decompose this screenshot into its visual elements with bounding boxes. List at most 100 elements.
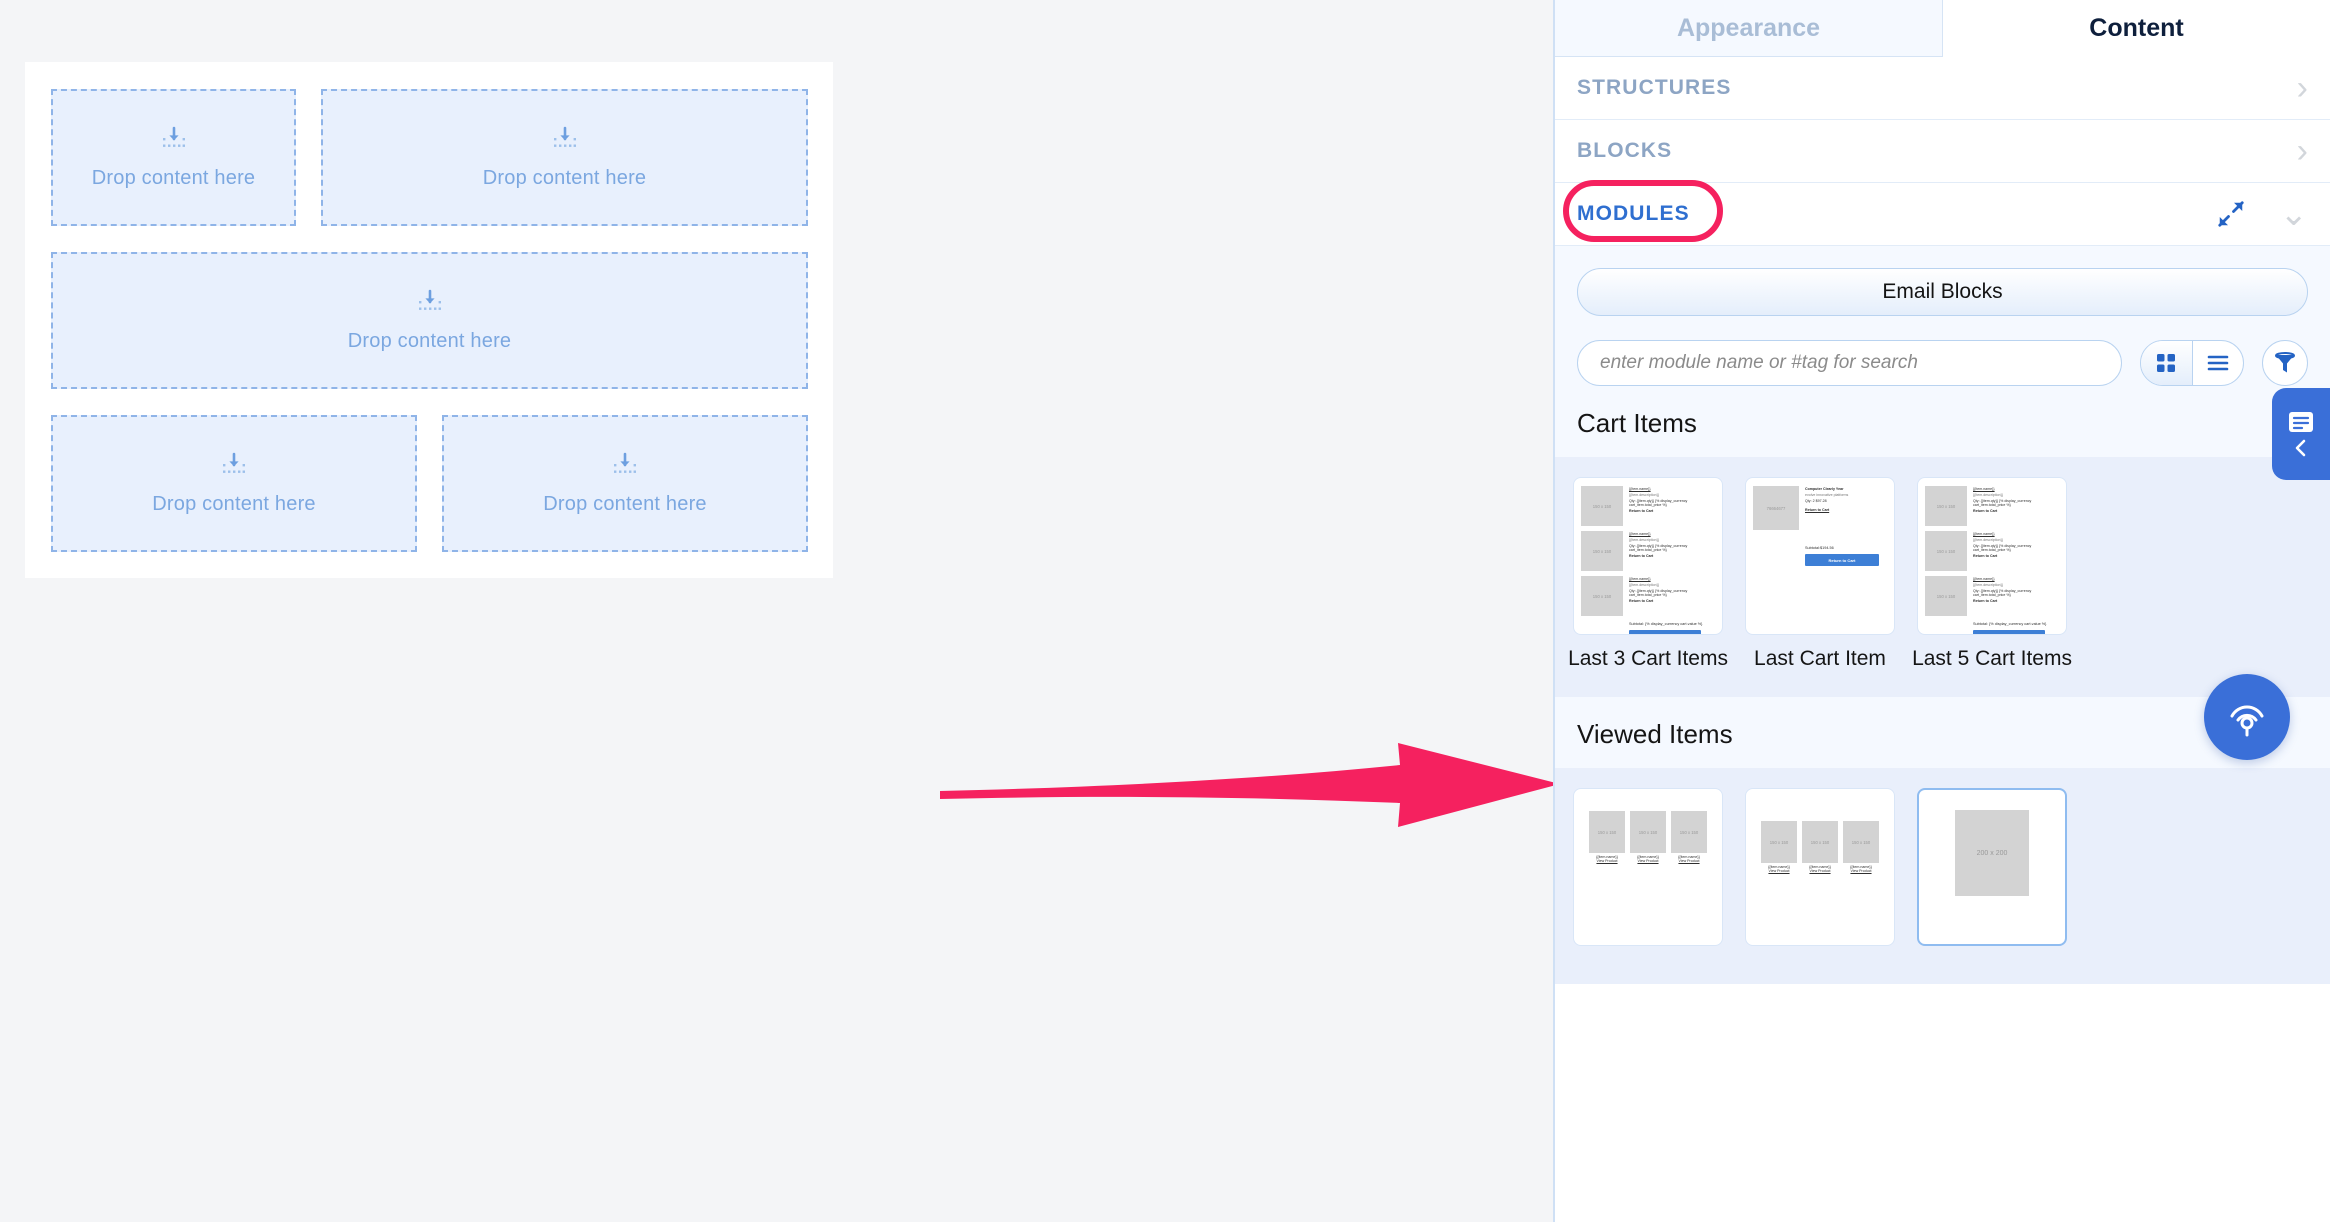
chevron-down-icon[interactable]: ⌄ <box>2280 197 2309 231</box>
module-card-viewed-3[interactable]: 200 x 200 <box>1917 788 2067 958</box>
section-structures-label: STRUCTURES <box>1577 76 1732 99</box>
preview-item-link: Return to Cart <box>1629 599 1654 604</box>
grid-view-button[interactable] <box>2141 341 2192 385</box>
preview-item-name: {{item.name}} <box>1629 577 1651 581</box>
preview-tile-link: View Product <box>1850 868 1872 873</box>
dropzone-label: Drop content here <box>347 330 512 352</box>
preview-image-placeholder: 150 x 150 <box>1581 486 1623 526</box>
annotation-arrow <box>940 743 1560 827</box>
preview-item-link: Return to Cart <box>1973 509 1998 514</box>
section-modules[interactable]: MODULES ⌄ <box>1555 180 2330 246</box>
dropzone-label: Drop content here <box>91 167 256 189</box>
tab-appearance-label: Appearance <box>1676 13 1821 42</box>
preview-item-link: Return to Cart <box>1973 554 1998 559</box>
preview-item-text: {{item.name}} {{item.description}} Qty: … <box>1973 576 2059 616</box>
preview-item-qty: Qty: {{item.qty}} {% display_currency ca… <box>1629 544 1688 553</box>
dropzone-label: Drop content here <box>543 493 707 515</box>
module-card-viewed-1[interactable]: 150 x 150 {{item.name}} View Product 150… <box>1573 788 1723 958</box>
tab-content-label: Content <box>2089 13 2184 42</box>
preview-item-row: 76664677 Computer Clearly Year evolve in… <box>1753 486 1887 530</box>
module-thumbnail: 200 x 200 <box>1917 788 2067 946</box>
preview-item-name: {{item.name}} <box>1973 532 1995 536</box>
right-sidebar-panel: Appearance Content STRUCTURES › BLOCKS ›… <box>1553 0 2330 1222</box>
module-thumbnail: 150 x 150 {{item.name}} View Product 150… <box>1745 788 1895 946</box>
preview-image-placeholder: 150 x 150 <box>1589 811 1625 853</box>
preview-tile-link: View Product <box>1596 858 1618 863</box>
dropzone-label: Drop content here <box>152 493 316 515</box>
preview-subtotal: Subtotal: {% display_currency cart.value… <box>1973 622 2047 626</box>
preview-image-placeholder: 150 x 150 <box>1925 576 1967 616</box>
preview-item-qty: Qty: {{item.qty}} {% display_currency ca… <box>1629 589 1688 598</box>
drop-download-icon <box>614 452 636 473</box>
preview-item-desc: {{item.description}} <box>1973 493 2003 498</box>
view-mode-toggle <box>2140 340 2244 386</box>
preview-tile-link: View Product <box>1637 858 1659 863</box>
preview-image-placeholder: 150 x 150 <box>1843 821 1879 863</box>
module-category-select[interactable]: Email Blocks <box>1577 268 2308 316</box>
preview-image-placeholder: 150 x 150 <box>1761 821 1797 863</box>
dropzone-2[interactable]: Drop content here <box>321 89 808 226</box>
preview-image-placeholder: 150 x 150 <box>1925 486 1967 526</box>
tab-appearance[interactable]: Appearance <box>1555 0 1943 57</box>
module-card-last-5-cart-items[interactable]: 150 x 150 {{item.name}} {{item.descripti… <box>1912 477 2072 671</box>
preview-item-desc: {{item.description}} <box>1973 538 2003 543</box>
preview-item-name: {{item.name}} <box>1629 487 1651 491</box>
preview-item-desc: {{item.description}} <box>1973 583 2003 588</box>
preview-item-text: {{item.name}} {{item.description}} Qty: … <box>1629 576 1715 616</box>
preview-image-placeholder: 150 x 150 <box>1802 821 1838 863</box>
expand-diagonal-icon[interactable] <box>2216 199 2246 229</box>
email-builder-canvas: Drop content here Drop content here Drop… <box>0 0 1560 1222</box>
tab-content[interactable]: Content <box>1943 0 2330 57</box>
preview-image-placeholder: 150 x 150 <box>1671 811 1707 853</box>
preview-image-placeholder: 150 x 150 <box>1581 576 1623 616</box>
chevron-right-icon[interactable]: › <box>2297 134 2308 168</box>
dropzone-5[interactable]: Drop content here <box>442 415 808 552</box>
section-blocks-label: BLOCKS <box>1577 139 1673 162</box>
module-category-value: Email Blocks <box>1882 280 2003 303</box>
panel-tabbar: Appearance Content <box>1555 0 2330 57</box>
modules-panel-body: Email Blocks <box>1555 246 2330 386</box>
preview-item-desc: {{item.description}} <box>1629 583 1659 588</box>
group-heading-cart-items: Cart Items <box>1555 386 2330 457</box>
preview-item-qty: Qty: {{item.qty}} {% display_currency ca… <box>1973 544 2032 553</box>
preview-item-qty: Qty: 2 $97.28 <box>1805 499 1827 504</box>
filter-button[interactable] <box>2262 340 2308 386</box>
module-card-viewed-2[interactable]: 150 x 150 {{item.name}} View Product 150… <box>1745 788 1895 958</box>
section-blocks-controls: › <box>2297 134 2308 168</box>
dropzone-1[interactable]: Drop content here <box>51 89 296 226</box>
dropzone-label: Drop content here <box>482 167 647 189</box>
preview-item-text: Computer Clearly Year evolve innovative … <box>1805 486 1887 530</box>
list-view-button[interactable] <box>2191 341 2244 385</box>
preview-subtotal: Subtotal:$194.56 <box>1805 546 1834 550</box>
preview-image-placeholder: 76664677 <box>1753 486 1799 530</box>
preview-image-placeholder: 150 x 150 <box>1630 811 1666 853</box>
module-card-last-3-cart-items[interactable]: 150 x 150 {{item.name}} {{item.descripti… <box>1568 477 1728 671</box>
group-body-cart-items: 150 x 150 {{item.name}} {{item.descripti… <box>1555 457 2330 697</box>
section-modules-label: MODULES <box>1577 202 1690 225</box>
preview-item-row: 150 x 150 {{item.name}} {{item.descripti… <box>1925 486 2059 526</box>
dropzone-3[interactable]: Drop content here <box>51 252 808 389</box>
panel-collapse-tab[interactable] <box>2272 388 2330 480</box>
modules-search-row <box>1577 340 2308 386</box>
preview-item-link: Return to Cart <box>1805 508 1830 513</box>
section-structures-controls: › <box>2297 71 2308 105</box>
list-view-icon <box>2207 355 2229 371</box>
section-blocks[interactable]: BLOCKS › <box>1555 120 2330 183</box>
preview-item-text: {{item.name}} {{item.description}} Qty: … <box>1629 486 1715 526</box>
module-card-grid: 150 x 150 {{item.name}} View Product 150… <box>1573 788 2312 958</box>
preview-item-name: Computer Clearly Year <box>1805 487 1844 491</box>
preview-tile-link: View Product <box>1678 858 1700 863</box>
module-search-input[interactable] <box>1577 340 2122 386</box>
preview-item-row: 150 x 150 {{item.name}} {{item.descripti… <box>1581 576 1715 616</box>
preview-cta-button: Return to Cart <box>1973 630 2045 634</box>
drop-download-icon <box>553 126 576 147</box>
chevron-right-icon[interactable]: › <box>2297 71 2308 105</box>
preview-item-name: {{item.name}} <box>1973 577 1995 581</box>
dropzone-4[interactable]: Drop content here <box>51 415 417 552</box>
preview-item-text: {{item.name}} {{item.description}} Qty: … <box>1629 531 1715 571</box>
grid-view-icon <box>2157 354 2176 372</box>
section-structures[interactable]: STRUCTURES › <box>1555 57 2330 120</box>
preview-item-qty: Qty: {{item.qty}} {% display_currency ca… <box>1973 499 2032 508</box>
module-card-last-cart-item[interactable]: 76664677 Computer Clearly Year evolve in… <box>1745 477 1895 671</box>
beacon-fab-button[interactable] <box>2204 674 2290 760</box>
